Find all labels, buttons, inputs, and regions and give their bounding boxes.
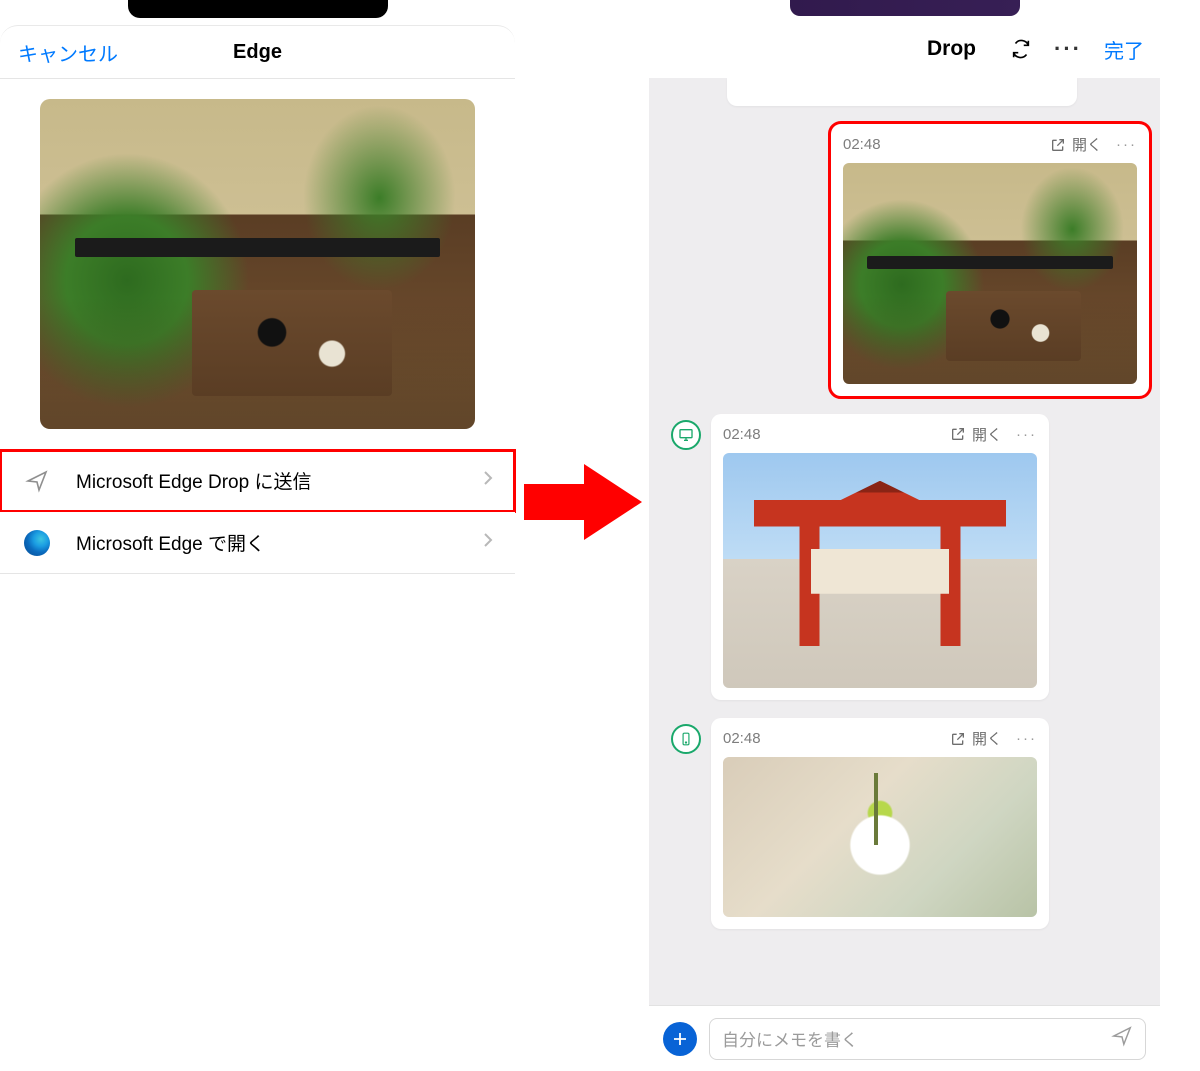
card-more-button[interactable]: ··· <box>1016 730 1037 747</box>
action-list: Microsoft Edge Drop に送信 Microsoft Edge で… <box>0 449 515 574</box>
edge-icon <box>22 530 52 556</box>
desktop-icon <box>678 427 694 443</box>
action-send-to-drop[interactable]: Microsoft Edge Drop に送信 <box>0 450 515 512</box>
device-badge-mobile <box>671 724 701 754</box>
drop-feed[interactable]: 02:48 開く ··· <box>649 78 1160 1005</box>
send-icon <box>22 469 52 493</box>
open-button[interactable]: 開く <box>950 728 1002 749</box>
device-badge-desktop <box>671 420 701 450</box>
chevron-right-icon <box>483 532 493 553</box>
open-label: 開く <box>972 424 1002 445</box>
message-image[interactable] <box>723 453 1037 689</box>
open-label: 開く <box>1072 134 1102 155</box>
drop-header: Drop ··· 完了 <box>649 20 1160 78</box>
notch <box>790 0 1020 16</box>
timestamp: 02:48 <box>723 426 950 443</box>
more-button[interactable]: ··· <box>1054 36 1082 62</box>
share-preview <box>0 79 515 449</box>
open-button[interactable]: 開く <box>1050 134 1102 155</box>
open-external-icon <box>950 426 966 442</box>
card-header: 02:48 開く ··· <box>723 424 1037 445</box>
drop-phone: Drop ··· 完了 02:48 開く <box>649 0 1160 1071</box>
timestamp: 02:48 <box>723 730 950 747</box>
status-bar <box>649 0 1160 20</box>
share-sheet: キャンセル Edge Microsoft Edge Drop に送信 <box>0 25 515 574</box>
open-external-icon <box>950 731 966 747</box>
action-label: Microsoft Edge Drop に送信 <box>76 467 311 494</box>
card-header: 02:48 開く ··· <box>843 134 1137 155</box>
action-open-in-edge[interactable]: Microsoft Edge で開く <box>0 512 515 574</box>
compose-input[interactable]: 自分にメモを書く <box>709 1018 1146 1060</box>
open-button[interactable]: 開く <box>950 424 1002 445</box>
timestamp: 02:48 <box>843 136 1050 153</box>
card-more-button[interactable]: ··· <box>1016 426 1037 443</box>
open-label: 開く <box>972 728 1002 749</box>
share-sheet-phone: キャンセル Edge Microsoft Edge Drop に送信 <box>0 0 515 1071</box>
message-card[interactable]: 02:48 開く ··· <box>711 414 1049 701</box>
chevron-right-icon <box>483 470 493 491</box>
cancel-button[interactable]: キャンセル <box>18 38 118 67</box>
message-image[interactable] <box>843 163 1137 384</box>
message-card[interactable]: 02:48 開く ··· <box>831 124 1149 396</box>
compose-placeholder: 自分にメモを書く <box>722 1026 1111 1051</box>
message-card[interactable]: 02:48 開く ··· <box>711 718 1049 929</box>
annotation-arrow <box>524 460 644 544</box>
action-label: Microsoft Edge で開く <box>76 529 265 556</box>
add-attachment-button[interactable] <box>663 1022 697 1056</box>
preview-image <box>40 99 475 429</box>
done-button[interactable]: 完了 <box>1104 35 1144 64</box>
sheet-header: キャンセル Edge <box>0 26 515 78</box>
plus-icon <box>671 1030 689 1048</box>
compose-bar: 自分にメモを書く <box>649 1005 1160 1071</box>
message-image[interactable] <box>723 757 1037 917</box>
notch <box>128 0 388 18</box>
send-button[interactable] <box>1111 1025 1133 1052</box>
status-bar <box>0 0 515 25</box>
card-header: 02:48 開く ··· <box>723 728 1037 749</box>
card-more-button[interactable]: ··· <box>1116 136 1137 153</box>
message-card <box>727 78 1077 106</box>
mobile-icon <box>679 731 693 747</box>
open-external-icon <box>1050 137 1066 153</box>
send-icon <box>1111 1025 1133 1047</box>
page-title: Drop <box>927 37 976 61</box>
sync-button[interactable] <box>1010 38 1032 60</box>
sheet-title: Edge <box>233 41 282 64</box>
